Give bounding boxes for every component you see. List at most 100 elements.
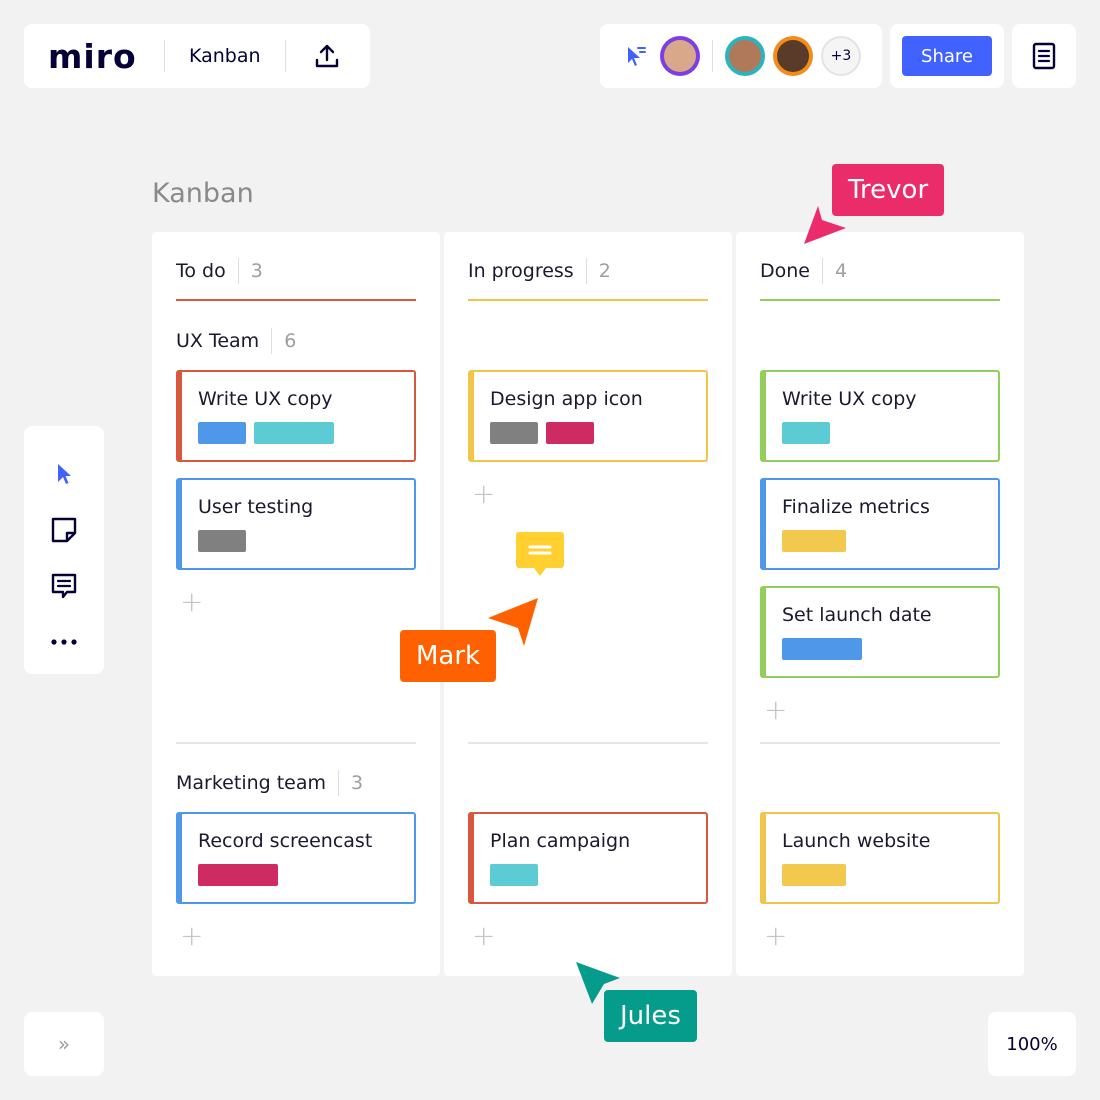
add-card-button[interactable]: + [472,480,495,508]
tag[interactable] [254,422,334,444]
sticky-note-tool[interactable] [40,506,88,553]
column-count: 2 [598,260,611,282]
column-title[interactable]: Done [760,260,810,282]
card[interactable]: Design app icon [468,370,708,462]
column-done: Done 4 Write UX copy Finalize metrics Se… [736,232,1024,976]
card-title: Launch website [782,830,931,852]
tag[interactable] [546,422,594,444]
avatar[interactable] [725,36,765,76]
group-count: 6 [284,330,297,352]
column-accent-rule [468,299,708,301]
card-tags [782,864,854,886]
column-accent-rule [760,299,1000,301]
more-icon [51,638,77,645]
column-accent-rule [176,299,416,301]
avatar-face [664,40,696,72]
group-divider [176,742,416,744]
card-tags [198,422,342,444]
comment-marker[interactable] [516,532,564,576]
zoom-level[interactable]: 100% [988,1012,1076,1076]
card-tags [490,864,546,886]
card[interactable]: Write UX copy [176,370,416,462]
tag[interactable] [782,422,830,444]
group-count: 3 [351,772,364,794]
cursor-label-mark: Mark [400,630,497,682]
group-title[interactable]: UX Team [176,330,259,352]
cursor-arrow-icon [576,962,620,1004]
comment-lines-icon [528,545,552,555]
card-title: Finalize metrics [782,496,930,518]
card-title: Write UX copy [198,388,333,410]
comment-icon [51,573,77,598]
add-card-button[interactable]: + [764,696,787,724]
upload-button[interactable] [286,24,368,88]
column-header: Done 4 [760,258,847,284]
card[interactable]: User testing [176,478,416,570]
group-header: Marketing team 3 [176,770,363,796]
avatar[interactable] [660,36,700,76]
card-title: Write UX copy [782,388,917,410]
miro-logo[interactable]: miro [48,37,164,76]
more-collaborators-badge[interactable]: +3 [821,36,861,76]
column-count: 4 [835,260,848,282]
column-to-do: To do 3 UX Team 6 Write UX copy User tes… [152,232,440,976]
card-tags [782,638,870,660]
tag[interactable] [198,530,246,552]
follow-cursor-icon [628,47,646,66]
select-tool[interactable] [40,450,88,497]
divider [271,328,273,354]
tag[interactable] [490,864,538,886]
card[interactable]: Record screencast [176,812,416,904]
follow-cursor-button[interactable] [620,40,652,72]
card[interactable]: Launch website [760,812,1000,904]
column-title[interactable]: To do [176,260,226,282]
add-card-button[interactable]: + [764,922,787,950]
divider [237,258,239,284]
tag[interactable] [490,422,538,444]
tag[interactable] [782,638,862,660]
card-tags [782,422,838,444]
card[interactable]: Finalize metrics [760,478,1000,570]
group-divider [468,742,708,744]
column-header: In progress 2 [468,258,611,284]
avatar-face [729,40,761,72]
divider [822,258,823,284]
card-tags [782,530,854,552]
card-tags [198,530,254,552]
card[interactable]: Set launch date [760,586,1000,678]
tag[interactable] [198,422,246,444]
column-title[interactable]: In progress [468,260,574,282]
card[interactable]: Plan campaign [468,812,708,904]
group-header: UX Team 6 [176,328,296,354]
add-card-button[interactable]: + [180,922,203,950]
notes-button[interactable] [1012,24,1076,88]
tag[interactable] [198,864,278,886]
select-icon [58,463,71,484]
more-tools-button[interactable] [40,618,88,665]
tag[interactable] [782,530,846,552]
cursor-label-trevor: Trevor [832,164,945,216]
avatar[interactable] [773,36,813,76]
card-title: User testing [198,496,314,518]
add-card-button[interactable]: + [180,588,203,616]
sticky-note-icon [51,517,77,542]
upload-icon [315,44,338,68]
card[interactable]: Write UX copy [760,370,1000,462]
cursor-arrow-icon [488,598,538,646]
kanban-frame-title[interactable]: Kanban [152,178,254,209]
card-title: Plan campaign [490,830,631,852]
tag[interactable] [782,864,846,886]
board-title[interactable]: Kanban [165,45,285,67]
card-tags [198,864,286,886]
add-card-button[interactable]: + [472,922,495,950]
expand-icon: » [57,1032,71,1056]
group-title[interactable]: Marketing team [176,772,326,794]
share-panel: Share [890,24,1004,88]
expand-button[interactable]: » [24,1012,104,1076]
share-button[interactable]: Share [902,36,992,76]
card-tags [490,422,602,444]
comment-tool[interactable] [40,562,88,609]
divider [585,258,587,284]
group-divider [760,742,1000,744]
cursor-arrow-icon [804,206,846,244]
